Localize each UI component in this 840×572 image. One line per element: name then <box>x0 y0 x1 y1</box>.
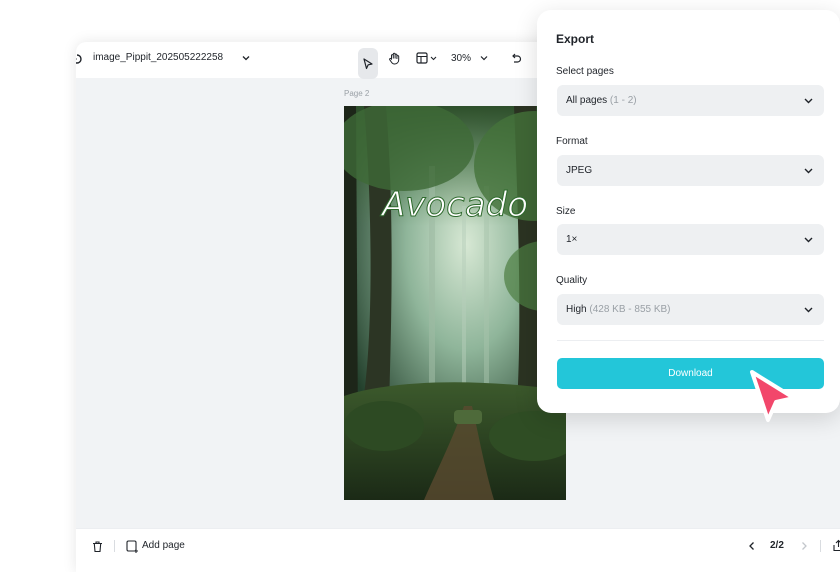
chevron-left-icon[interactable] <box>746 540 758 552</box>
divider <box>557 340 824 341</box>
format-value: JPEG <box>566 165 593 176</box>
format-label: Format <box>556 136 588 147</box>
quality-dropdown[interactable]: High (428 KB - 855 KB) <box>557 294 824 325</box>
pointer-tool-icon <box>363 57 373 69</box>
format-dropdown[interactable]: JPEG <box>557 155 824 186</box>
document-title[interactable]: image_Pippit_202505222258 <box>93 52 223 63</box>
select-pages-dropdown[interactable]: All pages (1 - 2) <box>557 85 824 116</box>
quality-value: High (428 KB - 855 KB) <box>566 304 671 315</box>
forest-image: Avocado <box>344 106 566 500</box>
zoom-value: 30% <box>450 52 471 64</box>
select-pages-value: All pages (1 - 2) <box>566 95 637 106</box>
canvas-page-image[interactable]: Avocado <box>344 106 566 500</box>
add-page-icon[interactable] <box>126 540 139 553</box>
layout-menu-button[interactable] <box>412 48 442 68</box>
hand-tool-button[interactable] <box>384 48 404 68</box>
add-page-button[interactable]: Add page <box>142 540 185 551</box>
chevron-down-icon <box>804 307 813 313</box>
chevron-down-icon <box>804 237 813 243</box>
layout-icon <box>416 52 437 64</box>
chevron-down-icon <box>480 56 488 61</box>
quality-label: Quality <box>556 275 588 286</box>
size-value: 1× <box>566 234 578 245</box>
zoom-select[interactable]: 30% <box>448 48 492 68</box>
size-label: Size <box>556 206 576 217</box>
undo-icon <box>512 53 522 63</box>
undo-button[interactable] <box>506 48 526 68</box>
cursor-arrow-icon <box>750 370 796 422</box>
export-panel-title: Export <box>556 32 595 46</box>
export-panel: Export Select pages All pages (1 - 2) Fo… <box>537 10 840 413</box>
chevron-right-icon[interactable] <box>798 540 810 552</box>
chevron-down-icon[interactable] <box>241 53 251 63</box>
editor-bottom-bar: Add page 2/2 <box>76 528 840 572</box>
pointer-tool-button[interactable] <box>358 48 378 79</box>
trash-icon[interactable] <box>91 540 104 553</box>
size-dropdown[interactable]: 1× <box>557 224 824 255</box>
canvas-title-text: Avocado <box>380 185 528 225</box>
select-pages-label: Select pages <box>556 66 614 77</box>
page-counter: 2/2 <box>770 540 784 551</box>
back-icon[interactable] <box>76 52 84 66</box>
divider <box>820 540 821 552</box>
chevron-down-icon <box>804 168 813 174</box>
divider <box>114 540 115 552</box>
hand-tool-icon <box>388 52 399 64</box>
chevron-down-icon <box>804 98 813 104</box>
share-icon[interactable] <box>832 539 840 552</box>
page-label: Page 2 <box>344 89 370 98</box>
